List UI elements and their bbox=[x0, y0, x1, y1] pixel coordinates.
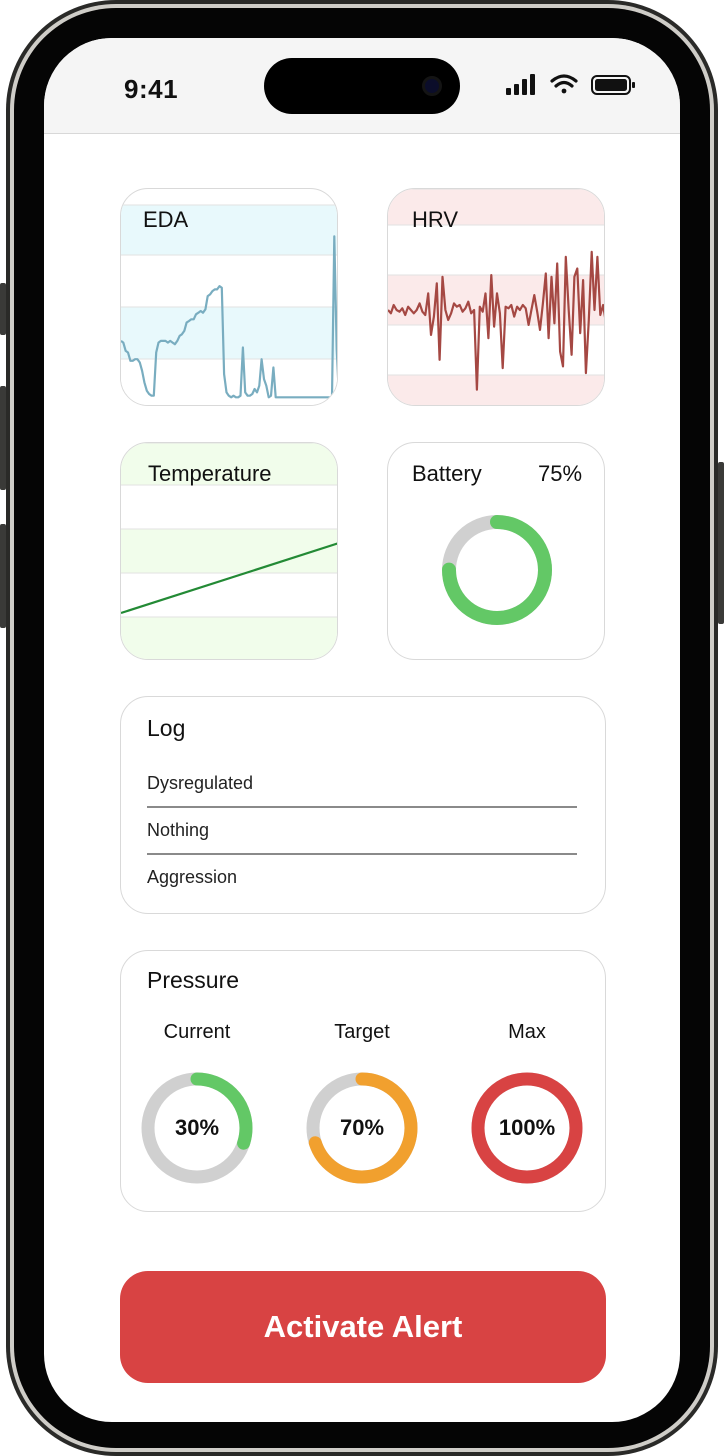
chart-band bbox=[121, 307, 337, 359]
battery-ring bbox=[442, 515, 552, 625]
app-screen: 9:41 EDA HRV Temperature Battery 75% Log… bbox=[44, 38, 680, 1422]
chart-band bbox=[121, 255, 337, 307]
chart-band bbox=[121, 529, 337, 573]
chart-band bbox=[121, 617, 337, 659]
wifi-icon bbox=[550, 74, 578, 94]
status-bar: 9:41 bbox=[44, 38, 680, 134]
log-card: Log Dysregulated Nothing Aggression bbox=[120, 696, 606, 914]
gauge-value-target: 70% bbox=[339, 1115, 385, 1140]
gauge-value-current: 30% bbox=[174, 1115, 220, 1140]
action-button bbox=[0, 283, 6, 335]
gauge-value-max: 100% bbox=[498, 1115, 556, 1140]
signal-bars-icon bbox=[506, 74, 535, 95]
log-item[interactable]: Nothing bbox=[147, 807, 577, 854]
volume-up-button bbox=[0, 386, 6, 490]
pressure-card: Pressure Current Target Max 30% 70% 100% bbox=[120, 950, 606, 1212]
log-item[interactable]: Aggression bbox=[147, 854, 577, 901]
temperature-title: Temperature bbox=[148, 461, 272, 486]
eda-title: EDA bbox=[143, 207, 189, 232]
temperature-card[interactable]: Temperature bbox=[120, 442, 338, 660]
front-camera-icon bbox=[422, 76, 442, 96]
power-button bbox=[718, 462, 724, 624]
hrv-card[interactable]: HRV bbox=[387, 188, 605, 406]
status-icons bbox=[506, 74, 635, 95]
chart-band bbox=[388, 375, 604, 405]
log-title: Log bbox=[147, 715, 186, 741]
log-item[interactable]: Dysregulated bbox=[147, 760, 577, 807]
battery-full-icon bbox=[591, 75, 635, 95]
hrv-title: HRV bbox=[412, 207, 459, 232]
chart-band bbox=[121, 573, 337, 617]
chart-band bbox=[121, 485, 337, 529]
battery-card[interactable]: Battery 75% bbox=[387, 442, 605, 660]
status-time: 9:41 bbox=[124, 74, 179, 104]
pressure-gauges bbox=[141, 1072, 583, 1184]
dynamic-island bbox=[264, 58, 460, 114]
activate-alert-button[interactable]: Activate Alert bbox=[120, 1271, 606, 1383]
volume-down-button bbox=[0, 524, 6, 628]
eda-card[interactable]: EDA bbox=[120, 188, 338, 406]
